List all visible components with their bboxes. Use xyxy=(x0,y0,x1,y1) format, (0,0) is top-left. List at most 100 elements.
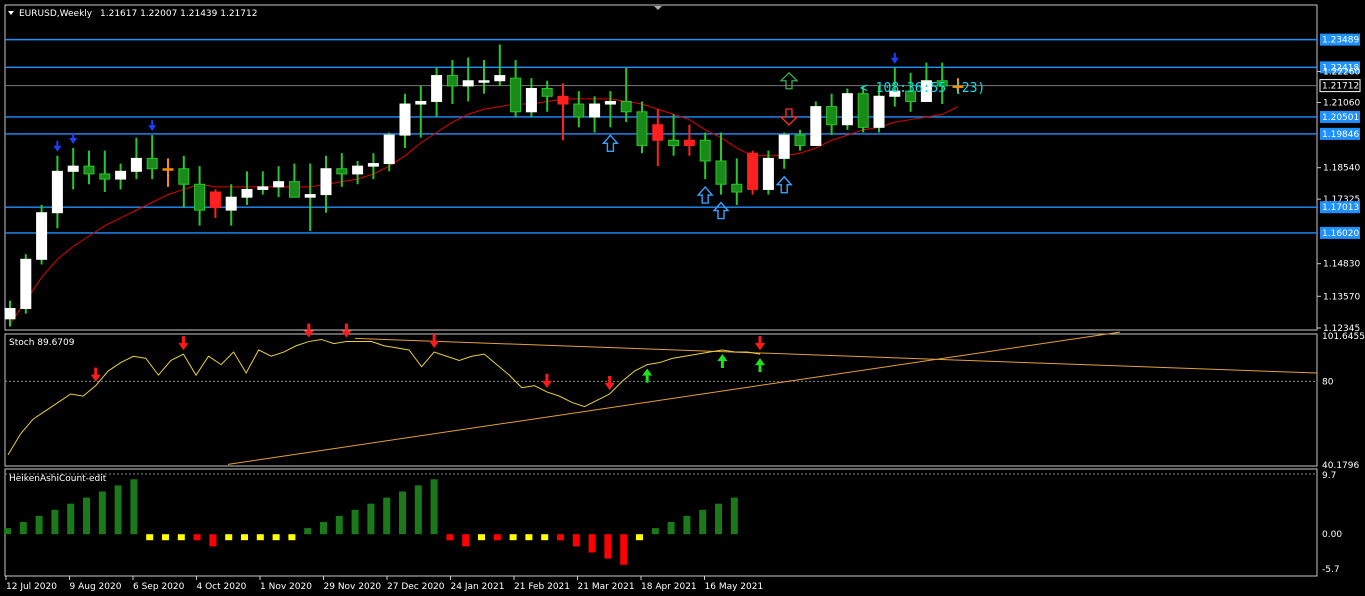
heiken-count-bar xyxy=(225,534,233,541)
candle-body xyxy=(762,157,774,190)
price-tick-label: 1.22260 xyxy=(1323,67,1360,77)
heiken-count-bar xyxy=(130,479,138,535)
heiken-count-bar xyxy=(557,534,564,541)
candle-body xyxy=(747,152,759,190)
time-tick-label: 21 Feb 2021 xyxy=(514,582,570,592)
heiken-count-bar xyxy=(414,485,422,535)
heiken-count-bar xyxy=(462,534,470,547)
heiken-count-bar xyxy=(651,528,659,535)
heiken-count-bar xyxy=(715,503,722,535)
time-tick-label: 12 Jul 2020 xyxy=(6,582,57,592)
price-tag-label: 1.23489 xyxy=(1322,36,1359,46)
time-tick-label: 24 Jan 2021 xyxy=(451,582,505,592)
candle-body xyxy=(589,103,601,118)
candle-body xyxy=(130,157,142,172)
chart-background xyxy=(0,0,1365,596)
candle-body xyxy=(4,307,16,320)
candle-body xyxy=(715,160,727,185)
trading-chart[interactable]: 1.234891.224181.222601.217121.210601.205… xyxy=(0,0,1365,596)
price-tag-label: 1.20501 xyxy=(1322,113,1359,123)
heiken-count-bar xyxy=(162,534,169,541)
stochastic-label: Stoch 89.6709 xyxy=(9,338,75,348)
candle-body xyxy=(636,111,648,146)
heiken-count-bar xyxy=(525,534,533,541)
heiken-count-bar xyxy=(620,534,628,565)
candle-body xyxy=(257,186,269,190)
candle-body xyxy=(557,95,569,105)
heiken-count-bar xyxy=(67,503,75,535)
heiken-count-bar xyxy=(335,515,343,535)
price-tick-label: 1.21060 xyxy=(1323,98,1360,108)
candle-body xyxy=(794,134,806,146)
candle-body xyxy=(462,80,474,87)
heiken-count-bar xyxy=(304,528,312,535)
heiken-label: HeikenAshiCount-edit xyxy=(9,474,107,484)
candle-body xyxy=(699,139,711,162)
candle-body xyxy=(36,212,48,260)
candle-body xyxy=(383,134,395,165)
candle-body xyxy=(478,80,490,83)
heiken-count-bar xyxy=(383,497,391,535)
symbol-label: EURUSD,Weekly xyxy=(19,9,93,19)
candle-body xyxy=(778,134,790,159)
stochastic-tick-label: 40.1796 xyxy=(1322,461,1359,471)
heiken-tick-label: -5.7 xyxy=(1322,565,1340,575)
heiken-count-bar xyxy=(699,509,707,535)
heiken-count-bar xyxy=(478,534,485,541)
time-tick-label: 29 Nov 2020 xyxy=(324,582,382,592)
heiken-count-bar xyxy=(241,534,248,541)
heiken-count-bar xyxy=(98,491,106,535)
time-tick-label: 16 May 2021 xyxy=(705,582,764,592)
heiken-count-bar xyxy=(193,534,201,541)
candle-body xyxy=(67,165,79,172)
candle-body xyxy=(399,103,411,136)
time-tick-label: 6 Sep 2020 xyxy=(133,582,185,592)
heiken-count-bar xyxy=(4,528,11,535)
heiken-count-bar xyxy=(493,534,501,541)
candle-body xyxy=(209,191,221,209)
heiken-count-bar xyxy=(667,522,675,535)
candle-body xyxy=(99,173,111,180)
price-tag-label: 1.17013 xyxy=(1322,203,1359,213)
heiken-count-bar xyxy=(399,491,406,535)
candle-body xyxy=(352,165,364,175)
candle-body xyxy=(415,100,427,105)
candle-body xyxy=(873,95,885,128)
candle-body xyxy=(668,139,680,146)
heiken-count-bar xyxy=(446,534,454,541)
heiken-count-bar xyxy=(19,522,27,535)
heiken-count-bar xyxy=(209,534,217,547)
candle-body xyxy=(241,188,253,198)
candle-body xyxy=(51,170,63,214)
heiken-count-bar xyxy=(35,515,43,535)
heiken-count-bar xyxy=(367,503,375,535)
heiken-count-bar xyxy=(541,534,549,541)
heiken-count-bar xyxy=(272,534,280,541)
candle-body xyxy=(304,194,316,198)
candle-body xyxy=(525,88,537,113)
candle-body xyxy=(573,103,585,118)
heiken-count-bar xyxy=(146,534,154,541)
candle-body xyxy=(431,75,443,102)
candle-body xyxy=(541,88,553,97)
heiken-count-bar xyxy=(256,534,264,541)
heiken-count-bar xyxy=(51,509,59,535)
candle-body xyxy=(178,168,190,185)
time-tick-label: 27 Dec 2020 xyxy=(387,582,445,592)
time-tick-label: 1 Nov 2020 xyxy=(260,582,312,592)
heiken-count-bar xyxy=(636,534,643,541)
candle-body xyxy=(857,93,869,128)
price-tag-label: 1.19846 xyxy=(1322,130,1359,140)
candle-body xyxy=(652,124,664,141)
heiken-count-bar xyxy=(288,534,296,541)
heiken-count-bar xyxy=(83,497,90,535)
time-tick-label: 18 Apr 2021 xyxy=(641,582,697,592)
candle-body xyxy=(20,258,32,309)
heiken-count-bar xyxy=(177,534,185,541)
stochastic-tick-label: 80 xyxy=(1322,377,1334,387)
candle-body xyxy=(367,163,379,167)
heiken-count-bar xyxy=(351,509,359,535)
candle-body xyxy=(604,100,616,105)
heiken-count-bar xyxy=(604,534,612,559)
candle-body xyxy=(731,183,743,193)
